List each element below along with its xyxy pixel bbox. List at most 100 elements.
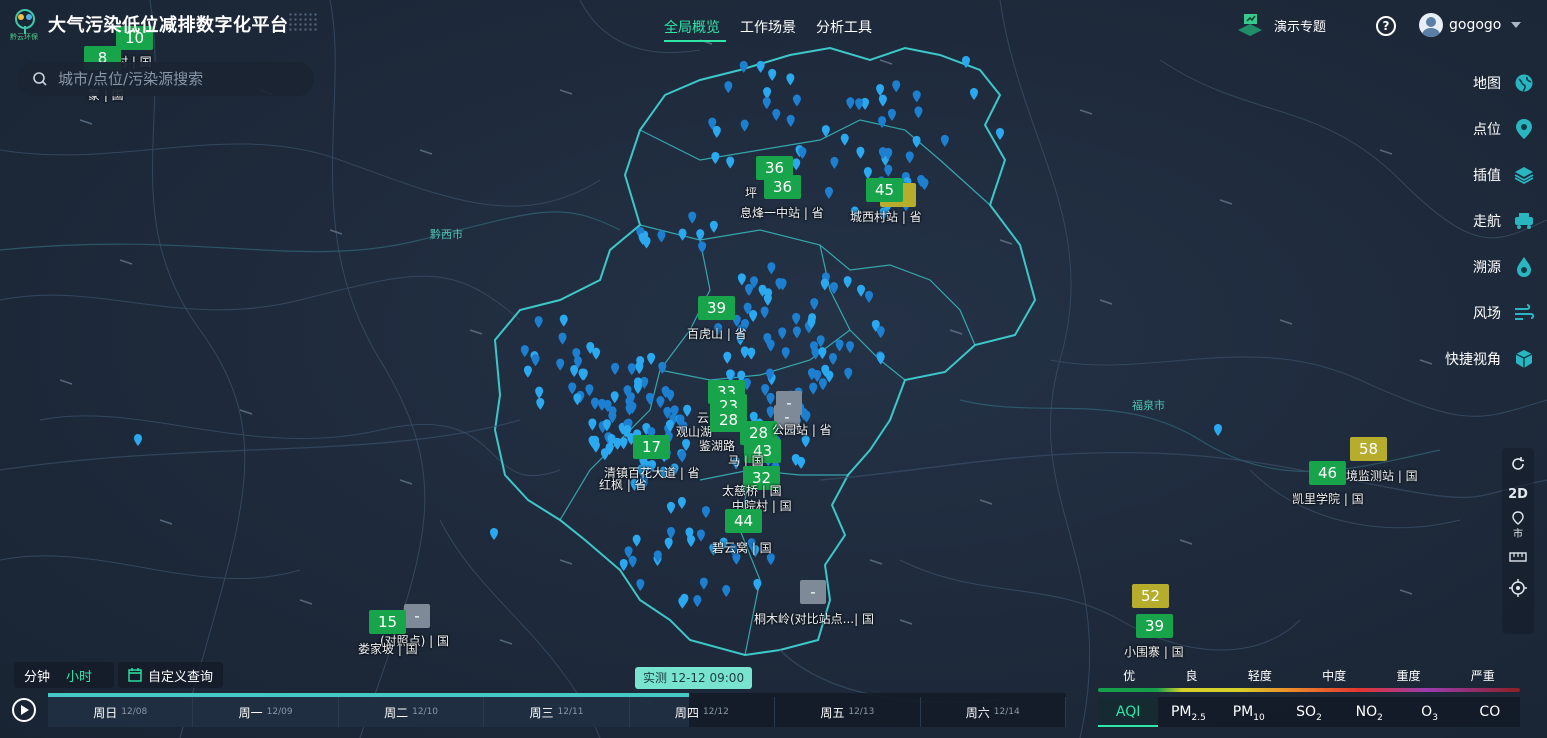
- timeline-day[interactable]: 周三 12/11: [484, 697, 630, 727]
- city-label-qianxi: 黔西市: [430, 228, 463, 241]
- timeline-day[interactable]: 周一 12/09: [193, 697, 339, 727]
- custom-query-button[interactable]: 自定义查询: [118, 662, 224, 688]
- station-name: 凯里学院 | 国: [1292, 492, 1364, 506]
- tab-aqi[interactable]: AQI: [1098, 697, 1159, 727]
- refresh-icon[interactable]: [1502, 448, 1534, 479]
- day-date: 12/12: [702, 707, 729, 717]
- station-value[interactable]: 52: [1132, 584, 1169, 608]
- tool-label: 快捷视角: [1445, 352, 1501, 368]
- site-pin: [840, 133, 849, 146]
- locate-icon[interactable]: [1502, 572, 1534, 603]
- station-value[interactable]: 39: [698, 296, 735, 320]
- site-pin: [625, 403, 634, 416]
- decor-dots: [288, 12, 318, 32]
- site-pin: [531, 354, 540, 367]
- site-pin: [878, 116, 887, 129]
- demo-topic-button[interactable]: 演示专题: [1234, 12, 1326, 38]
- site-pin: [830, 156, 839, 169]
- site-pin: [970, 88, 978, 100]
- site-pin: [1214, 424, 1222, 436]
- site-pin: [666, 389, 675, 402]
- tab-o3[interactable]: O3: [1399, 697, 1459, 727]
- legend-level: 中度: [1322, 669, 1347, 683]
- station-value[interactable]: 39: [1136, 614, 1173, 638]
- tab-co[interactable]: CO: [1460, 697, 1520, 727]
- search-input[interactable]: [58, 70, 298, 88]
- site-pin: [636, 579, 645, 592]
- station-value[interactable]: 36: [764, 175, 801, 199]
- site-pin: [610, 391, 619, 404]
- day-label: 周二: [384, 705, 409, 720]
- day-date: 12/14: [993, 707, 1020, 717]
- station-value[interactable]: 44: [725, 509, 762, 533]
- pollutant-tabs: AQI PM2.5 PM10 SO2 NO2 O3 CO: [1098, 697, 1520, 727]
- site-pin: [892, 80, 901, 93]
- station-value[interactable]: 58: [1350, 437, 1387, 461]
- monitoring-site-pins: [134, 56, 1222, 609]
- nav-work-scenes[interactable]: 工作场景: [740, 17, 796, 37]
- help-icon[interactable]: ?: [1376, 16, 1396, 36]
- site-pin: [818, 347, 827, 360]
- day-date: 12/10: [412, 707, 439, 717]
- station-value[interactable]: 46: [1309, 461, 1346, 485]
- granularity-hour[interactable]: 小时: [66, 666, 92, 685]
- station-name: 碧云窝 | 国: [712, 541, 772, 555]
- tool-points[interactable]: 点位: [1415, 106, 1535, 152]
- user-menu[interactable]: gogogo: [1419, 13, 1522, 37]
- map-canvas[interactable]: [0, 0, 1547, 738]
- city-level-toggle[interactable]: 市: [1502, 510, 1534, 541]
- tool-quick-view[interactable]: 快捷视角: [1415, 336, 1535, 382]
- tool-label: 插值: [1473, 168, 1501, 184]
- ruler-icon[interactable]: [1502, 541, 1534, 572]
- tab-no2[interactable]: NO2: [1339, 697, 1399, 727]
- site-pin: [712, 125, 721, 138]
- site-pin: [767, 262, 776, 275]
- timeline-day[interactable]: 周二 12/10: [339, 697, 485, 727]
- nav-overview[interactable]: 全局概览: [664, 17, 720, 37]
- site-pin: [590, 397, 599, 410]
- view-2d-toggle[interactable]: 2D: [1502, 479, 1534, 510]
- site-pin: [753, 578, 762, 591]
- tool-mobile-monitoring[interactable]: 走航: [1415, 198, 1535, 244]
- timeline[interactable]: 周日 12/08 周一 12/09 周二 12/10 周三 12/11 周四 12/12 …: [48, 693, 1066, 727]
- site-pin: [678, 450, 687, 463]
- tool-label: 风场: [1473, 306, 1501, 322]
- tool-map[interactable]: 地图: [1415, 60, 1535, 106]
- legend-level: 轻度: [1247, 669, 1272, 683]
- timeline-day[interactable]: 周日 12/08: [48, 697, 194, 727]
- tab-pm10[interactable]: PM10: [1219, 697, 1279, 727]
- station-value[interactable]: -: [404, 604, 430, 628]
- aqi-legend: 优 良 轻度 中度 重度 严重: [1098, 667, 1520, 692]
- monitor-icon: [1238, 14, 1262, 36]
- station-value[interactable]: 17: [633, 435, 670, 459]
- site-pin: [809, 382, 818, 395]
- tool-wind-field[interactable]: 风场: [1415, 290, 1535, 336]
- timeline-day[interactable]: 周五 12/13: [775, 697, 921, 727]
- site-pin: [559, 314, 568, 327]
- site-pin: [677, 497, 686, 510]
- day-label: 周日: [93, 705, 118, 720]
- station-value[interactable]: -: [800, 580, 826, 604]
- right-toolbar: 地图 点位 插值 走航 溯源 风场 快捷视角: [1415, 60, 1535, 382]
- timeline-day[interactable]: 周六 12/14: [921, 697, 1066, 727]
- station-value[interactable]: 15: [369, 610, 406, 634]
- tab-label: O: [1421, 704, 1433, 720]
- play-icon[interactable]: [12, 698, 36, 722]
- site-pin: [611, 362, 620, 375]
- legend-level: 重度: [1396, 669, 1421, 683]
- tab-so2[interactable]: SO2: [1279, 697, 1339, 727]
- site-pin: [666, 501, 675, 514]
- site-pin: [568, 382, 577, 395]
- station-value[interactable]: 45: [866, 178, 903, 202]
- granularity-minute[interactable]: 分钟: [24, 666, 50, 685]
- nav-analysis-tools[interactable]: 分析工具: [816, 17, 872, 37]
- site-pin: [647, 352, 656, 365]
- tool-source-tracing[interactable]: 溯源: [1415, 244, 1535, 290]
- tool-interpolation[interactable]: 插值: [1415, 152, 1535, 198]
- day-date: 12/11: [557, 707, 584, 717]
- station-name: 桐木岭(对比站点...| 国: [754, 612, 874, 626]
- pin-icon: [1516, 119, 1532, 139]
- day-date: 12/13: [848, 707, 875, 717]
- timeline-day[interactable]: 周四 12/12: [630, 697, 776, 727]
- tab-pm25[interactable]: PM2.5: [1158, 697, 1218, 727]
